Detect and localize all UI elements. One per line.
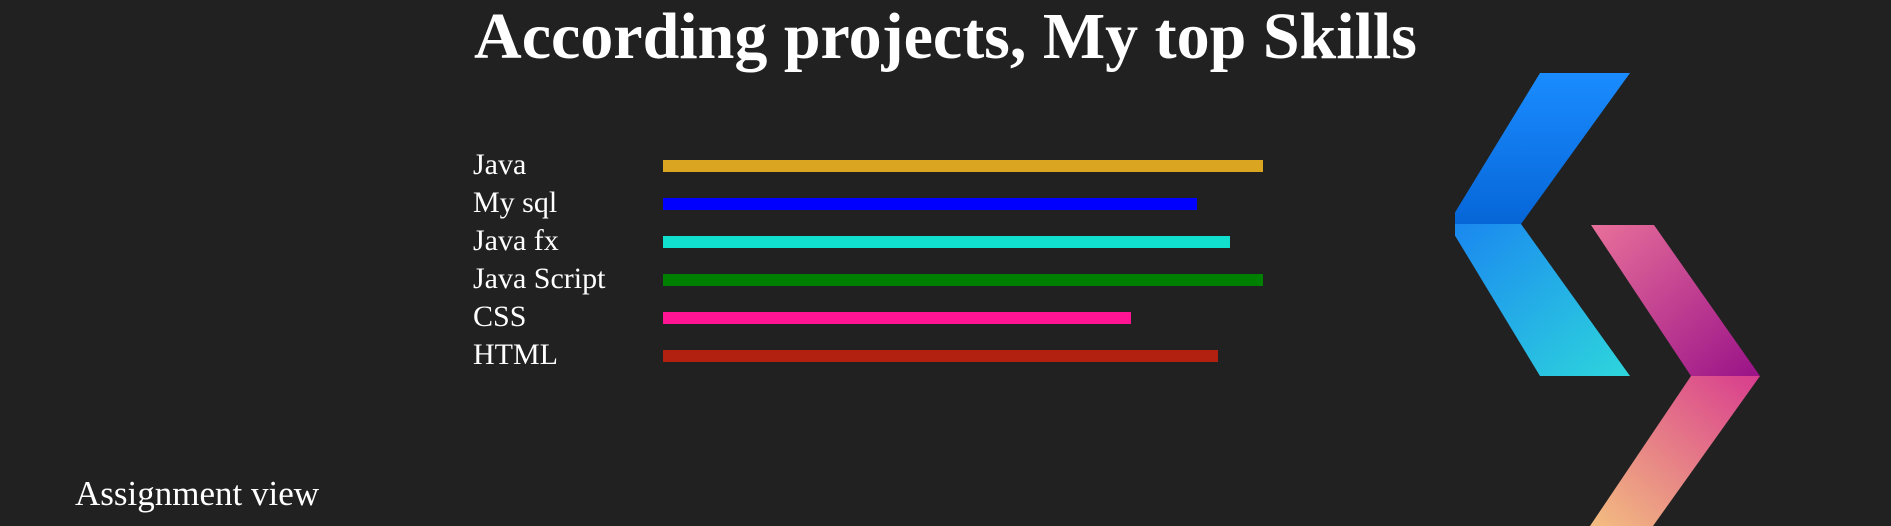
skill-row-javascript: Java Script: [473, 260, 1273, 298]
skill-bar-java: [663, 160, 1263, 172]
left-chevron-lower: [1455, 224, 1630, 376]
right-chevron-lower: [1590, 376, 1760, 526]
skill-label: Java fx: [473, 224, 559, 257]
skill-track: [663, 198, 1263, 210]
skill-row-html: HTML: [473, 336, 1273, 374]
chevron-brackets-logo-icon: [1455, 73, 1760, 526]
right-chevron-upper: [1591, 225, 1760, 376]
skill-row-css: CSS: [473, 298, 1273, 336]
skill-bar-javafx: [663, 236, 1230, 248]
skill-label: CSS: [473, 300, 527, 333]
skill-track: [663, 274, 1263, 286]
skill-label: My sql: [473, 186, 558, 219]
skills-list: Java My sql Java fx Java Script CSS HTML: [473, 146, 1273, 374]
skill-track: [663, 160, 1263, 172]
skill-bar-html: [663, 350, 1218, 362]
skill-row-java: Java: [473, 146, 1273, 184]
skill-track: [663, 236, 1263, 248]
skill-row-mysql: My sql: [473, 184, 1273, 222]
skill-label: HTML: [473, 338, 558, 371]
left-chevron-upper: [1455, 73, 1630, 224]
skill-bar-mysql: [663, 198, 1197, 210]
skill-track: [663, 350, 1263, 362]
skill-track: [663, 312, 1263, 324]
skill-row-javafx: Java fx: [473, 222, 1273, 260]
assignment-view-link[interactable]: Assignment view: [75, 472, 319, 516]
skill-bar-css: [663, 312, 1131, 324]
skill-label: Java: [473, 148, 527, 181]
skill-label: Java Script: [473, 262, 606, 295]
skill-bar-javascript: [663, 274, 1263, 286]
page-title: According projects, My top Skills: [474, 0, 1417, 73]
